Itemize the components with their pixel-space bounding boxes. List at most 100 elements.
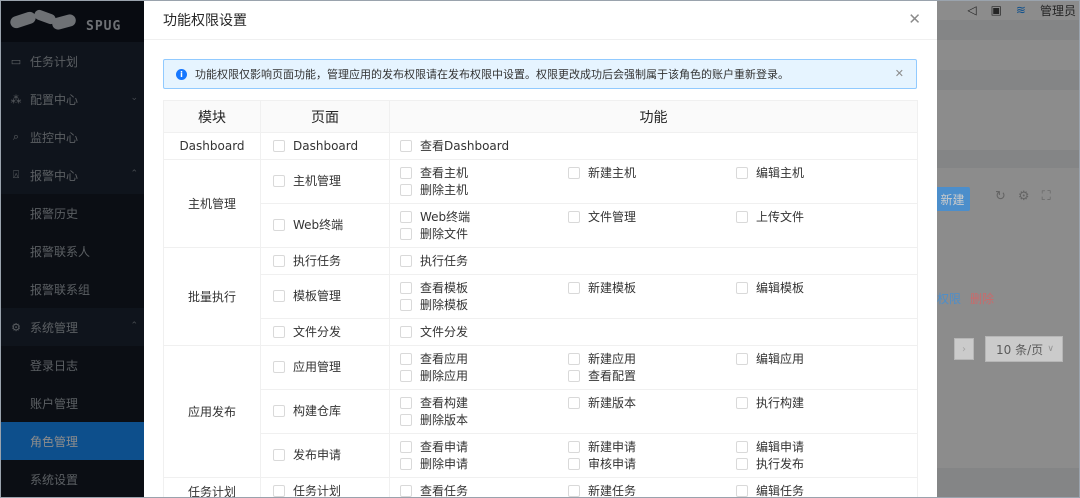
checkbox-icon[interactable] (273, 290, 285, 302)
page-cell: 构建仓库 (260, 389, 390, 434)
page-checkbox[interactable]: 发布申请 (273, 447, 341, 463)
alert-close-icon[interactable]: ✕ (895, 67, 904, 80)
checkbox-icon[interactable] (400, 211, 412, 223)
function-checkbox[interactable]: 删除版本 (400, 412, 568, 428)
function-checkbox[interactable]: 查看主机 (400, 165, 568, 181)
close-icon[interactable]: ✕ (908, 10, 921, 28)
checkbox-icon[interactable] (273, 484, 285, 497)
function-checkbox[interactable]: 文件管理 (568, 209, 736, 225)
function-grid: 查看主机 新建主机 编辑主机删除主机 (400, 165, 907, 198)
checkbox-icon[interactable] (736, 485, 748, 497)
checkbox-icon[interactable] (400, 184, 412, 196)
function-checkbox[interactable]: 删除申请 (400, 456, 568, 472)
checkbox-icon[interactable] (736, 167, 748, 179)
checkbox-icon[interactable] (400, 370, 412, 382)
checkbox-icon[interactable] (400, 485, 412, 497)
function-checkbox[interactable]: 删除模板 (400, 297, 568, 313)
function-checkbox[interactable]: 上传文件 (736, 209, 904, 225)
function-checkbox[interactable]: 查看应用 (400, 351, 568, 367)
function-checkbox[interactable]: 执行发布 (736, 456, 904, 472)
checkbox-icon[interactable] (400, 282, 412, 294)
function-checkbox[interactable]: Web终端 (400, 209, 568, 225)
function-checkbox[interactable]: 查看Dashboard (400, 138, 568, 154)
function-checkbox-label: 删除主机 (420, 183, 469, 197)
function-checkbox-label: 编辑主机 (756, 166, 805, 180)
function-checkbox[interactable]: 查看模板 (400, 280, 568, 296)
function-checkbox[interactable]: 编辑任务 (736, 483, 904, 498)
checkbox-icon[interactable] (400, 299, 412, 311)
function-checkbox[interactable]: 删除文件 (400, 226, 568, 242)
checkbox-icon[interactable] (400, 414, 412, 426)
page-checkbox[interactable]: 应用管理 (273, 359, 341, 375)
function-cell: 查看主机 新建主机 编辑主机删除主机 (389, 159, 918, 204)
checkbox-icon[interactable] (736, 282, 748, 294)
checkbox-icon[interactable] (736, 458, 748, 470)
function-checkbox[interactable]: 审核申请 (568, 456, 736, 472)
checkbox-icon[interactable] (273, 139, 285, 152)
checkbox-icon[interactable] (568, 370, 580, 382)
function-checkbox[interactable]: 新建申请 (568, 439, 736, 455)
checkbox-icon[interactable] (568, 441, 580, 453)
checkbox-icon[interactable] (568, 167, 580, 179)
function-checkbox[interactable]: 新建主机 (568, 165, 736, 181)
page-checkbox[interactable]: 文件分发 (273, 324, 341, 340)
checkbox-icon[interactable] (400, 353, 412, 365)
checkbox-icon[interactable] (273, 325, 285, 338)
function-checkbox[interactable]: 编辑模板 (736, 280, 904, 296)
function-grid: 查看模板 新建模板 编辑模板删除模板 (400, 280, 907, 313)
function-checkbox[interactable]: 新建应用 (568, 351, 736, 367)
checkbox-icon[interactable] (568, 397, 580, 409)
function-checkbox[interactable]: 查看构建 (400, 395, 568, 411)
checkbox-icon[interactable] (273, 175, 285, 187)
checkbox-icon[interactable] (273, 361, 285, 373)
page-checkbox[interactable]: Dashboard (273, 138, 358, 154)
checkbox-icon[interactable] (400, 458, 412, 470)
function-checkbox-label: Web终端 (420, 210, 471, 224)
page-checkbox[interactable]: 构建仓库 (273, 403, 341, 419)
checkbox-icon[interactable] (736, 397, 748, 409)
table-row: 构建仓库 查看构建 新建版本 执行构建删除版本 (164, 389, 918, 434)
function-checkbox[interactable]: 新建版本 (568, 395, 736, 411)
function-checkbox[interactable]: 执行构建 (736, 395, 904, 411)
function-checkbox[interactable]: 查看申请 (400, 439, 568, 455)
page-checkbox-label: Dashboard (293, 138, 359, 153)
checkbox-icon[interactable] (568, 458, 580, 470)
checkbox-icon[interactable] (568, 485, 580, 497)
page-checkbox[interactable]: 主机管理 (273, 173, 341, 189)
checkbox-icon[interactable] (400, 397, 412, 409)
function-checkbox[interactable]: 新建模板 (568, 280, 736, 296)
checkbox-icon[interactable] (736, 353, 748, 365)
checkbox-icon[interactable] (400, 167, 412, 179)
function-checkbox[interactable]: 删除应用 (400, 368, 568, 384)
info-alert: i 功能权限仅影响页面功能，管理应用的发布权限请在发布权限中设置。权限更改成功后… (163, 59, 917, 89)
page-checkbox[interactable]: 模板管理 (273, 288, 341, 304)
function-checkbox[interactable]: 查看任务 (400, 483, 568, 498)
checkbox-icon[interactable] (568, 353, 580, 365)
checkbox-icon[interactable] (736, 211, 748, 223)
function-checkbox[interactable]: 删除主机 (400, 182, 568, 198)
function-checkbox[interactable]: 执行任务 (400, 253, 568, 269)
function-checkbox[interactable]: 查看配置 (568, 368, 736, 384)
checkbox-icon[interactable] (400, 255, 412, 267)
checkbox-icon[interactable] (273, 405, 285, 417)
checkbox-icon[interactable] (568, 211, 580, 223)
function-checkbox[interactable]: 编辑申请 (736, 439, 904, 455)
checkbox-icon[interactable] (400, 326, 412, 338)
checkbox-icon[interactable] (400, 228, 412, 240)
checkbox-icon[interactable] (736, 441, 748, 453)
checkbox-icon[interactable] (400, 441, 412, 453)
function-checkbox-label: 执行任务 (420, 254, 469, 268)
checkbox-icon[interactable] (568, 282, 580, 294)
function-checkbox[interactable]: 编辑主机 (736, 165, 904, 181)
page-checkbox[interactable]: 执行任务 (273, 253, 341, 269)
checkbox-icon[interactable] (273, 219, 285, 231)
checkbox-icon[interactable] (273, 449, 285, 461)
function-checkbox[interactable]: 文件分发 (400, 324, 568, 340)
page-checkbox[interactable]: Web终端 (273, 217, 343, 233)
function-checkbox[interactable]: 新建任务 (568, 483, 736, 498)
page-checkbox[interactable]: 任务计划 (273, 483, 341, 498)
function-checkbox-label: 查看主机 (420, 166, 469, 180)
checkbox-icon[interactable] (273, 254, 285, 267)
checkbox-icon[interactable] (400, 140, 412, 152)
function-checkbox[interactable]: 编辑应用 (736, 351, 904, 367)
